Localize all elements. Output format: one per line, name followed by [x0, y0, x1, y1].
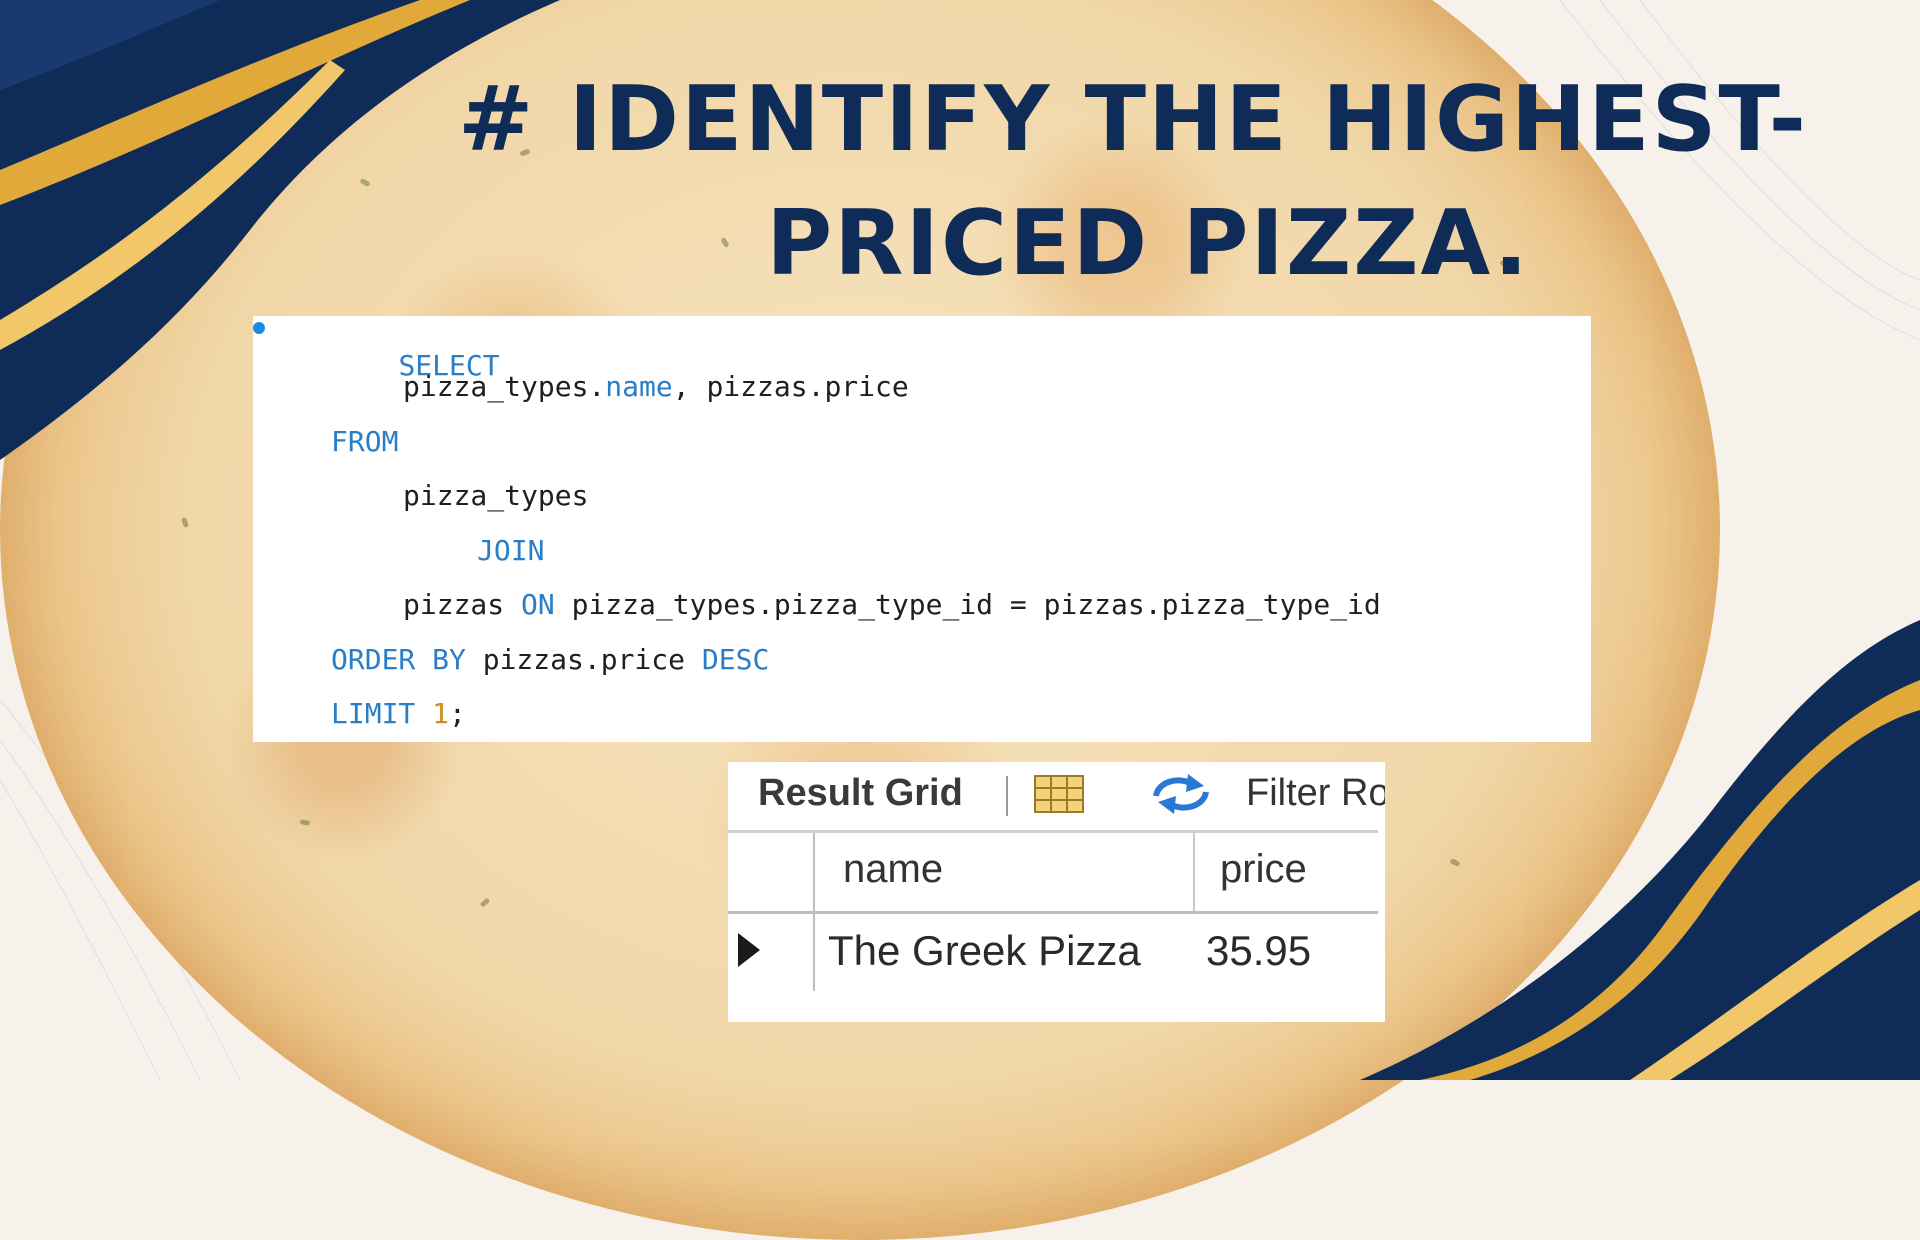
code-line-join: JOIN: [477, 534, 544, 567]
keyword-name: name: [605, 370, 673, 403]
title-line-1: # IDENTIFY THE HIGHEST-: [458, 67, 1808, 172]
code-line-on: pizzas ON pizza_types.pizza_type_id = pi…: [403, 588, 1381, 621]
current-row-arrow-icon: [738, 933, 760, 967]
toolbar-divider: [1006, 776, 1008, 816]
code-line-limit: LIMIT 1;: [331, 697, 466, 730]
code-text: , pizzas.price: [672, 370, 909, 403]
keyword-from: FROM: [331, 425, 399, 458]
code-line-table: pizza_types: [403, 479, 588, 512]
table-row[interactable]: The Greek Pizza 35.95: [728, 911, 1378, 991]
column-divider[interactable]: [1193, 833, 1195, 911]
refresh-icon[interactable]: [1148, 772, 1214, 821]
code-text: pizza_types.: [403, 370, 606, 403]
sql-editor-panel[interactable]: SELECT pizza_types.name, pizzas.price FR…: [253, 316, 1591, 742]
cell-price[interactable]: 35.95: [1206, 927, 1311, 975]
column-header-price[interactable]: price: [1220, 847, 1307, 892]
grid-header-row: name price: [728, 830, 1378, 914]
code-text: pizza_types: [403, 479, 589, 512]
code-text: pizza_types.pizza_type_id = pizzas.pizza…: [554, 588, 1381, 621]
row-gutter-divider: [813, 833, 815, 911]
grid-layout-icon[interactable]: [1033, 774, 1085, 819]
title-line-2: PRICED PIZZA.: [766, 191, 1530, 296]
code-line-order: ORDER BY pizzas.price DESC: [331, 643, 769, 676]
keyword-join: JOIN: [477, 534, 545, 567]
filter-rows-label[interactable]: Filter Ro: [1246, 772, 1385, 815]
keyword-limit: LIMIT: [331, 697, 433, 730]
code-text: ;: [449, 697, 466, 730]
keyword-desc: DESC: [701, 643, 770, 676]
row-gutter-divider: [813, 911, 815, 991]
breakpoint-dot[interactable]: [253, 322, 265, 334]
code-line-from: FROM: [331, 425, 398, 458]
code-line-columns: pizza_types.name, pizzas.price: [403, 370, 909, 403]
cell-name[interactable]: The Greek Pizza: [828, 927, 1141, 975]
result-grid-toolbar: Result Grid Filter Ro: [728, 762, 1385, 820]
result-grid-panel: Result Grid Filter Ro name price The Gre…: [728, 762, 1385, 1022]
code-text: pizzas: [403, 588, 522, 621]
result-grid-label[interactable]: Result Grid: [758, 772, 963, 815]
column-header-name[interactable]: name: [843, 847, 943, 892]
keyword-on: ON: [521, 588, 555, 621]
number-literal: 1: [432, 697, 450, 730]
keyword-order-by: ORDER BY: [331, 643, 466, 676]
code-text: pizzas.price: [465, 643, 702, 676]
